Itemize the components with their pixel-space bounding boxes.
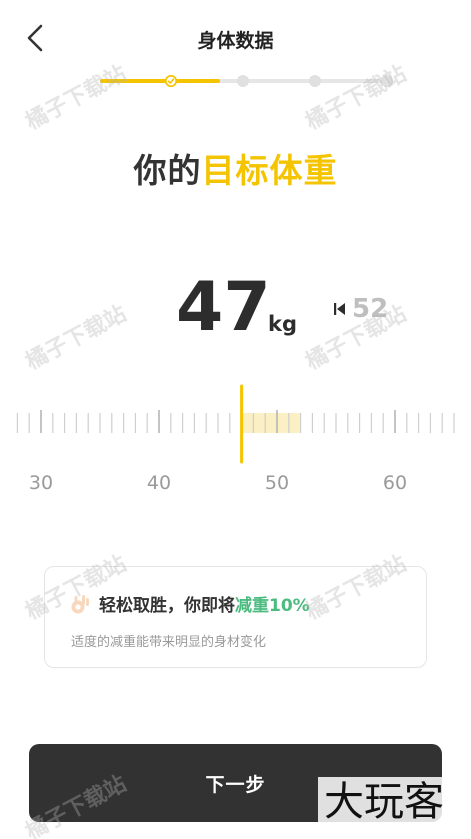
weight-unit: kg [268, 312, 297, 336]
ruler-labels: 30 40 50 60 [0, 472, 471, 498]
start-weight-value: 52 [352, 294, 389, 324]
header: 身体数据 [0, 0, 471, 76]
ruler-range-highlight [241, 413, 301, 433]
watermark-text: 橘子下载站 [21, 301, 131, 376]
corner-logo: 大玩客 [318, 777, 450, 827]
page-title: 身体数据 [197, 30, 274, 52]
triangle-left-icon [334, 303, 345, 315]
title-plain: 你的 [133, 151, 202, 190]
ok-hand-icon [71, 594, 89, 613]
tip-highlight: 减重10% [235, 596, 310, 616]
check-icon [165, 75, 177, 87]
step-dot [237, 75, 249, 87]
tip-prefix: 轻松取胜，你即将 [99, 596, 235, 616]
start-weight-marker: 52 [334, 294, 388, 324]
ruler-scale[interactable] [0, 380, 471, 470]
section-title: 你的目标体重 [0, 144, 471, 192]
title-accent: 目标体重 [201, 151, 338, 190]
step-dot [381, 75, 393, 87]
tip-card: 轻松取胜，你即将 减重10% 适度的减重能带来明显的身材变化 [44, 566, 427, 668]
step-dot-current [165, 75, 177, 87]
target-weight-value: 47 [176, 268, 271, 347]
weight-ruler[interactable] [0, 380, 471, 470]
tip-subtitle: 适度的减重能带来明显的身材变化 [71, 635, 267, 650]
ruler-label: 60 [382, 472, 408, 494]
step-dot [309, 75, 321, 87]
ruler-label: 30 [28, 472, 54, 494]
progress-fill [100, 79, 220, 83]
step-progress [100, 75, 393, 87]
ruler-label: 40 [146, 472, 172, 494]
tip-headline: 轻松取胜，你即将 减重10% [69, 591, 310, 616]
ruler-label: 50 [264, 472, 290, 494]
